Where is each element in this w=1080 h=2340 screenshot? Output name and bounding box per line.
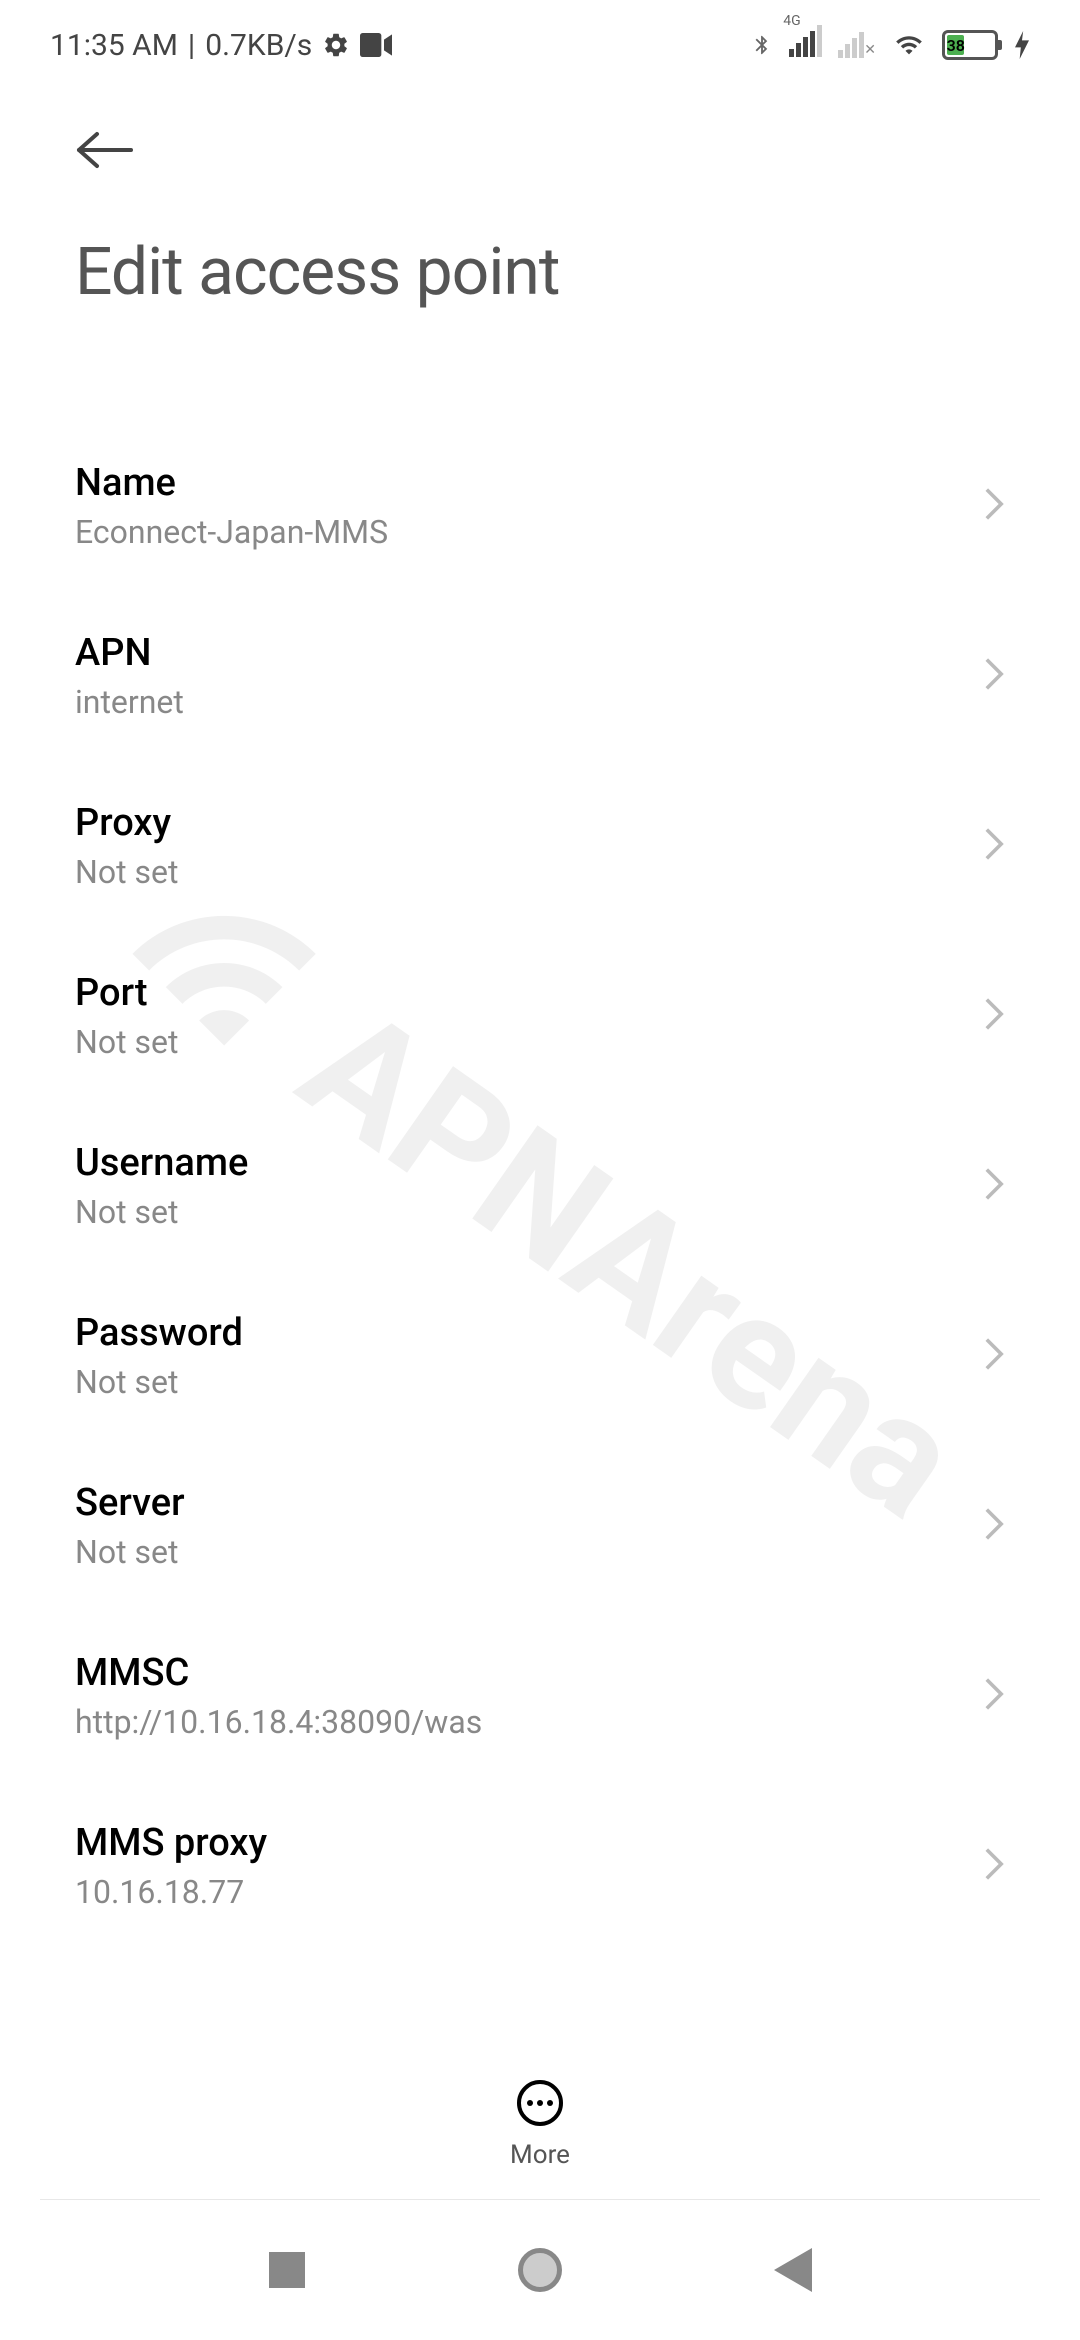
chevron-right-icon xyxy=(983,656,1005,696)
status-bar-right: 4G ✕ 38 xyxy=(751,25,1030,65)
navigation-bar xyxy=(0,2200,1080,2340)
port-value: Not set xyxy=(75,1023,963,1061)
wifi-icon xyxy=(892,31,926,59)
status-bar: 11:35 AM | 0.7KB/s 4G xyxy=(0,0,1080,90)
mms-proxy-label: MMS proxy xyxy=(75,1821,963,1865)
mmsc-row[interactable]: MMSC http://10.16.18.4:38090/was xyxy=(0,1611,1080,1781)
settings-list: APNArena Name Econnect-Japan-MMS APN int… xyxy=(0,331,1080,2101)
page-title: Edit access point xyxy=(75,234,1005,311)
username-value: Not set xyxy=(75,1193,963,1231)
mmsc-value: http://10.16.18.4:38090/was xyxy=(75,1703,963,1741)
battery-icon: 38 xyxy=(942,30,998,60)
camera-icon xyxy=(360,33,392,57)
port-label: Port xyxy=(75,971,963,1015)
server-value: Not set xyxy=(75,1533,963,1571)
settings-gear-icon xyxy=(322,31,350,59)
bluetooth-icon xyxy=(751,29,773,61)
proxy-label: Proxy xyxy=(75,801,963,845)
chevron-right-icon xyxy=(983,1846,1005,1886)
more-button[interactable]: More xyxy=(0,2080,1080,2190)
triangle-icon xyxy=(774,2248,812,2292)
status-bar-left: 11:35 AM | 0.7KB/s xyxy=(50,28,392,63)
apn-name-value: Econnect-Japan-MMS xyxy=(75,513,963,551)
apn-row[interactable]: APN internet xyxy=(0,591,1080,761)
square-icon xyxy=(269,2252,305,2288)
username-row[interactable]: Username Not set xyxy=(0,1101,1080,1271)
proxy-row[interactable]: Proxy Not set xyxy=(0,761,1080,931)
status-separator: | xyxy=(188,28,195,63)
username-label: Username xyxy=(75,1141,963,1185)
charging-bolt-icon xyxy=(1014,31,1030,59)
chevron-right-icon xyxy=(983,826,1005,866)
chevron-right-icon xyxy=(983,1166,1005,1206)
apn-label: APN xyxy=(75,631,963,675)
signal-bars-icon xyxy=(789,25,822,57)
mms-proxy-value: 10.16.18.77 xyxy=(75,1873,963,1911)
password-label: Password xyxy=(75,1311,963,1355)
more-dots-icon xyxy=(517,2080,563,2126)
signal-sim2-no-service-icon: ✕ xyxy=(838,32,876,58)
server-label: Server xyxy=(75,1481,963,1525)
server-row[interactable]: Server Not set xyxy=(0,1441,1080,1611)
password-value: Not set xyxy=(75,1363,963,1401)
chevron-right-icon xyxy=(983,486,1005,526)
signal-sim1: 4G xyxy=(789,25,822,65)
apn-name-row[interactable]: Name Econnect-Japan-MMS xyxy=(0,421,1080,591)
nav-home-button[interactable] xyxy=(515,2245,565,2295)
password-row[interactable]: Password Not set xyxy=(0,1271,1080,1441)
page-header: Edit access point xyxy=(0,90,1080,331)
circle-icon xyxy=(518,2248,562,2292)
chevron-right-icon xyxy=(983,1676,1005,1716)
chevron-right-icon xyxy=(983,996,1005,1036)
chevron-right-icon xyxy=(983,1506,1005,1546)
mmsc-label: MMSC xyxy=(75,1651,963,1695)
nav-back-button[interactable] xyxy=(768,2245,818,2295)
apn-name-label: Name xyxy=(75,461,963,505)
mms-proxy-row[interactable]: MMS proxy 10.16.18.77 xyxy=(0,1781,1080,1951)
status-time: 11:35 AM xyxy=(50,28,178,63)
network-type-label: 4G xyxy=(783,13,800,29)
battery-level: 38 xyxy=(947,35,964,55)
back-button[interactable] xyxy=(75,130,1005,174)
more-label: More xyxy=(510,2140,570,2170)
nav-recents-button[interactable] xyxy=(262,2245,312,2295)
chevron-right-icon xyxy=(983,1336,1005,1376)
port-row[interactable]: Port Not set xyxy=(0,931,1080,1101)
status-data-rate: 0.7KB/s xyxy=(205,28,312,63)
apn-value: internet xyxy=(75,683,963,721)
proxy-value: Not set xyxy=(75,853,963,891)
